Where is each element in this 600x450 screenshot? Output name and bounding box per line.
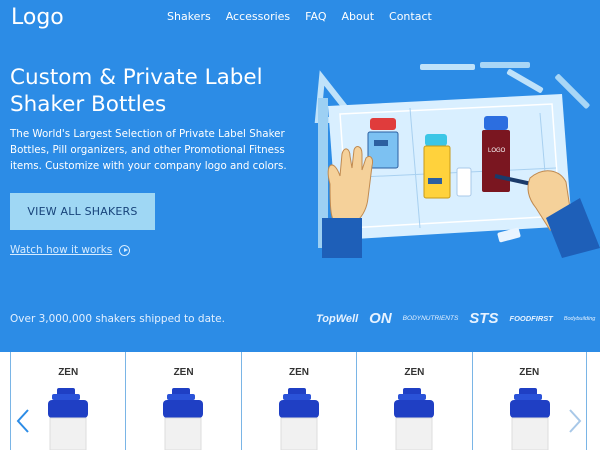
bottle-logo-text: LOGO bbox=[488, 148, 506, 154]
shaker-bottle-icon bbox=[48, 388, 88, 450]
shipped-count-text: Over 3,000,000 shakers shipped to date. bbox=[10, 313, 225, 325]
product-cards: ZEN ZEN ZEN ZEN ZEN bbox=[10, 352, 587, 450]
brand-logo-bodynutrients: BODYNUTRIENTS bbox=[402, 315, 459, 322]
hero-section: Logo Shakers Accessories FAQ About Conta… bbox=[0, 0, 600, 352]
chevron-right-icon[interactable] bbox=[568, 408, 582, 434]
nav-about[interactable]: About bbox=[341, 10, 374, 23]
brand-logo-foodfirst: FOODFIRST bbox=[509, 314, 553, 323]
product-label: ZEN bbox=[173, 367, 194, 378]
left-sleeve bbox=[322, 218, 362, 258]
chevron-left-icon[interactable] bbox=[16, 408, 30, 434]
product-card[interactable]: ZEN bbox=[125, 352, 240, 450]
product-card[interactable]: ZEN bbox=[356, 352, 471, 450]
brand-logo-on: ON bbox=[369, 310, 392, 327]
hero-headline: Custom & Private Label Shaker Bottles bbox=[10, 64, 310, 118]
product-carousel: ZEN ZEN ZEN ZEN ZEN bbox=[0, 352, 600, 450]
shaker-bottle-icon bbox=[394, 388, 435, 450]
product-card[interactable]: ZEN bbox=[471, 352, 587, 450]
hero-subtext: The World's Largest Selection of Private… bbox=[10, 128, 287, 172]
product-label: ZEN bbox=[519, 367, 540, 378]
sketch-cup bbox=[456, 167, 472, 197]
product-card[interactable]: ZEN bbox=[240, 352, 356, 450]
brand-logo-bodybuilding: Bodybuilding bbox=[563, 315, 596, 322]
play-circle-icon bbox=[119, 244, 131, 256]
site-logo[interactable]: Logo bbox=[11, 5, 64, 30]
watch-video-link[interactable]: Watch how it works bbox=[10, 244, 131, 256]
brand-logo-topwell: TopWell bbox=[316, 312, 359, 325]
product-label: ZEN bbox=[58, 367, 79, 378]
view-all-shakers-button[interactable]: VIEW ALL SHAKERS bbox=[10, 193, 155, 230]
nav-contact[interactable]: Contact bbox=[389, 10, 432, 23]
product-card[interactable]: ZEN bbox=[10, 352, 125, 450]
headline-line-2: Shaker Bottles bbox=[10, 92, 167, 117]
product-label: ZEN bbox=[404, 367, 425, 378]
sketch-bottle-yellow bbox=[423, 134, 451, 199]
shaker-bottle-icon bbox=[163, 388, 204, 450]
hero-illustration: LOGO bbox=[314, 62, 600, 258]
shaker-bottle-icon bbox=[509, 388, 550, 450]
brand-logos: TopWell ON BODYNUTRIENTS STS FOODFIRST B… bbox=[316, 310, 595, 327]
headline-line-1: Custom & Private Label bbox=[10, 65, 263, 90]
brand-logo-sts: STS bbox=[469, 310, 499, 327]
nav-faq[interactable]: FAQ bbox=[305, 10, 326, 23]
nav-accessories[interactable]: Accessories bbox=[226, 10, 290, 23]
shaker-bottle-icon bbox=[278, 388, 319, 450]
main-nav: Shakers Accessories FAQ About Contact bbox=[167, 10, 447, 23]
watch-video-label: Watch how it works bbox=[10, 244, 113, 256]
product-label: ZEN bbox=[288, 367, 309, 378]
sketch-bottle-darkred: LOGO bbox=[482, 116, 510, 192]
nav-shakers[interactable]: Shakers bbox=[167, 10, 211, 23]
